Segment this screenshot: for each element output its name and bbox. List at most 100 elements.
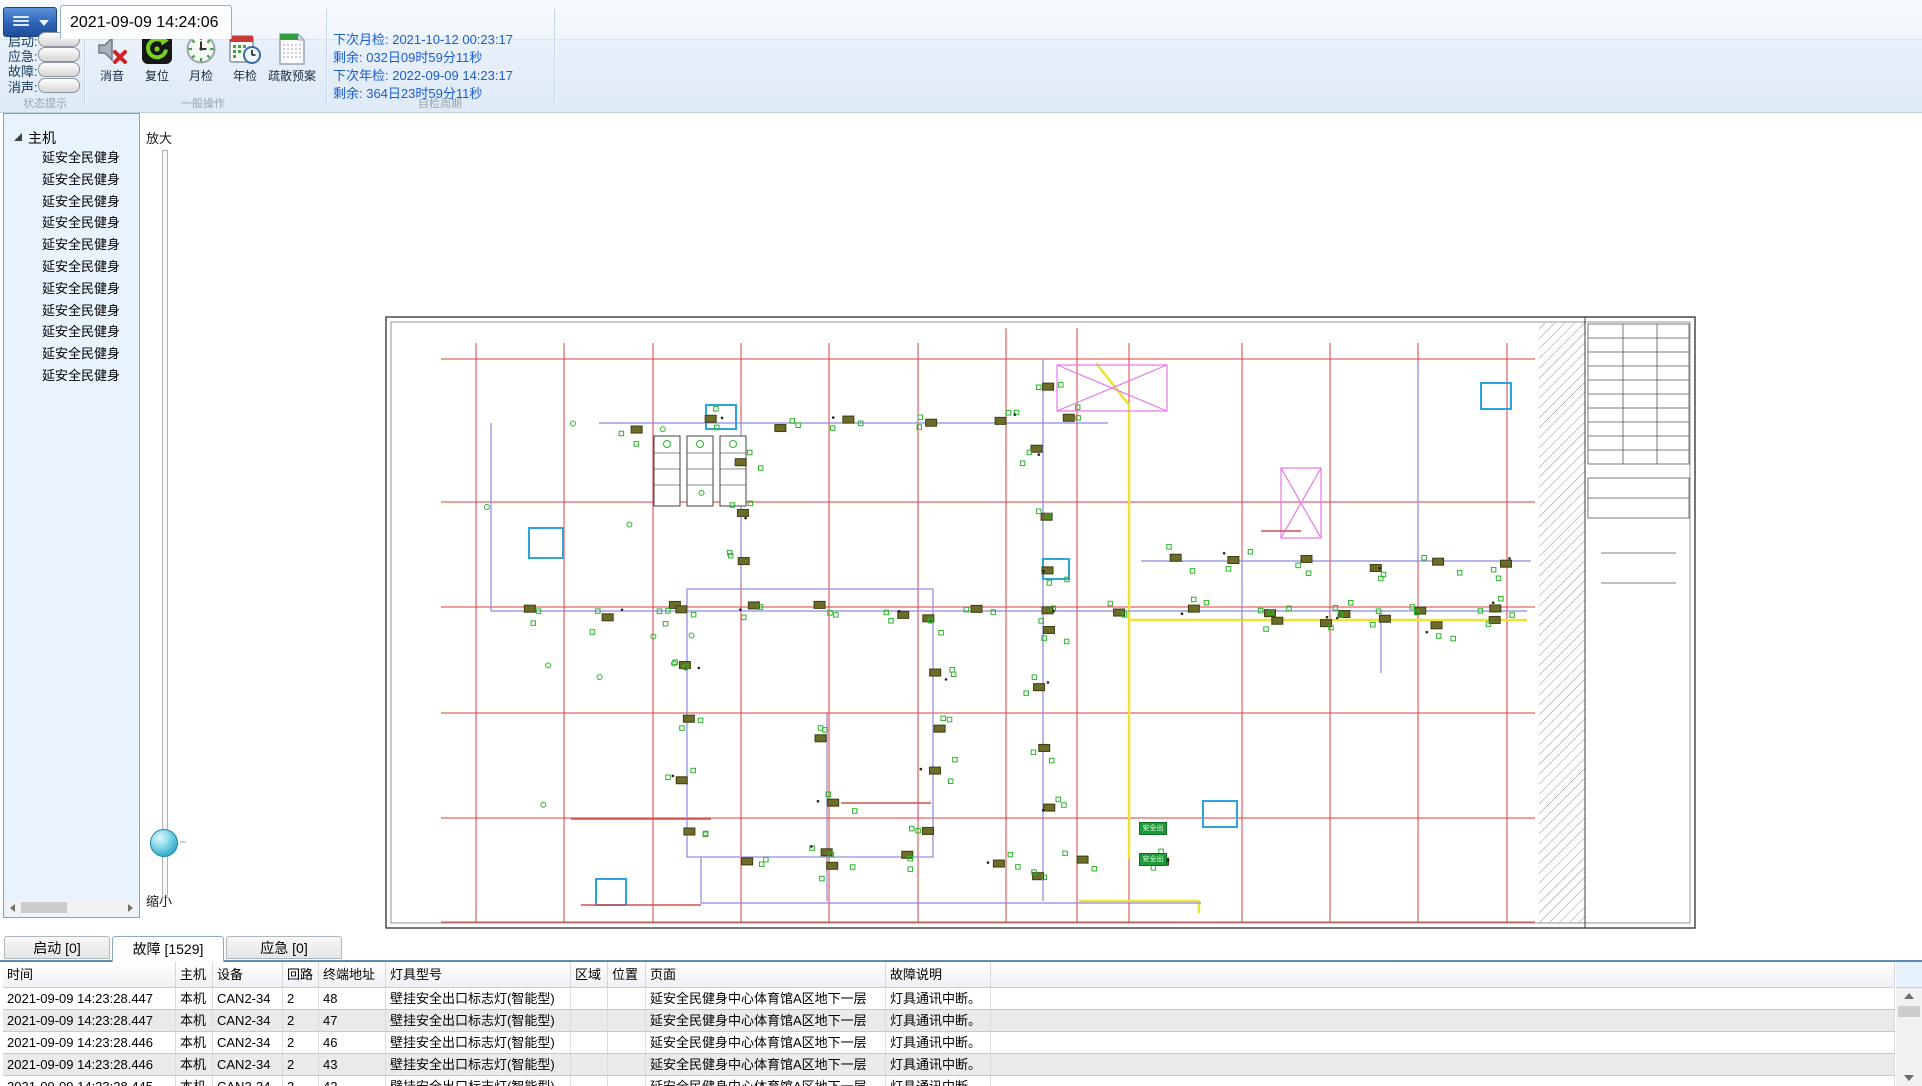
clock-tab[interactable]: 2021-09-09 14:24:06 [60, 5, 232, 39]
mute-button[interactable]: 消音 [90, 33, 134, 84]
cell-7 [608, 1054, 646, 1075]
cell-3: 2 [283, 1032, 319, 1053]
fault-table-row[interactable]: 2021-09-09 14:23:28.446本机CAN2-34246壁挂安全出… [3, 1032, 1895, 1054]
scroll-down-icon [1904, 1075, 1914, 1081]
cell-3: 2 [283, 1076, 319, 1086]
cell-10 [991, 1010, 1895, 1031]
status-row-silence: 消声: [8, 77, 38, 91]
cell-1: 本机 [176, 1054, 213, 1075]
exit-sign: 安全出口 [1139, 822, 1167, 835]
calendar-clock-icon [229, 33, 261, 65]
next-monthly-check: 下次月检: 2021-10-12 00:23:17 [333, 29, 513, 46]
bottom-tab-0[interactable]: 启动 [0] [4, 936, 110, 959]
column-header-2[interactable]: 设备 [213, 962, 283, 988]
tree-item-host[interactable]: 延安全民健身 [42, 169, 138, 187]
chevron-down-icon [39, 20, 49, 26]
fault-table-row[interactable]: 2021-09-09 14:23:28.447本机CAN2-34248壁挂安全出… [3, 988, 1895, 1010]
cell-6 [571, 1032, 608, 1053]
evacuation-plan-button[interactable]: 疏散预案 [263, 33, 321, 84]
column-header-0[interactable]: 时间 [3, 962, 176, 988]
column-header-7[interactable]: 位置 [608, 962, 646, 988]
divider [554, 8, 556, 106]
cell-5: 壁挂安全出口标志灯(智能型) [386, 988, 571, 1009]
evacuation-plan-icon [276, 33, 308, 65]
tree-horizontal-scrollbar[interactable] [6, 900, 137, 915]
floor-plan-drawing [141, 113, 1922, 935]
cell-9: 灯具通讯中断。 [886, 1032, 991, 1053]
tree-item-host[interactable]: 延安全民健身 [42, 191, 138, 209]
scroll-down-button[interactable] [1896, 1070, 1922, 1086]
cell-4: 42 [319, 1076, 386, 1086]
cell-5: 壁挂安全出口标志灯(智能型) [386, 1054, 571, 1075]
column-header-4[interactable]: 终端地址 [319, 962, 386, 988]
app-window: 2021-09-09 14:24:06 启动: 应急: 故障: 消声: 状态提示… [0, 0, 1922, 1086]
bottom-tab-2[interactable]: 应急 [0] [226, 936, 342, 959]
menu-icon [13, 16, 29, 28]
cell-2: CAN2-34 [213, 1054, 283, 1075]
fault-table-header: 时间主机设备回路终端地址灯具型号区域位置页面故障说明 [3, 962, 1895, 988]
column-header-9[interactable]: 故障说明 [886, 962, 991, 988]
cell-8: 延安全民健身中心体育馆A区地下一层 [646, 1076, 886, 1086]
column-header-8[interactable]: 页面 [646, 962, 886, 988]
tree-expanded-icon[interactable] [14, 133, 22, 141]
group-label-selfcheck: 自检周期 [395, 95, 485, 111]
cell-4: 43 [319, 1054, 386, 1075]
cell-9: 灯具通讯中断。 [886, 988, 991, 1009]
status-indicator-fault [38, 62, 80, 77]
cell-3: 2 [283, 1010, 319, 1031]
cell-6 [571, 988, 608, 1009]
cell-7 [608, 1010, 646, 1031]
divider [326, 8, 328, 106]
cell-5: 壁挂安全出口标志灯(智能型) [386, 1076, 571, 1086]
fault-table-row[interactable]: 2021-09-09 14:23:28.445本机CAN2-34242壁挂安全出… [3, 1076, 1895, 1086]
column-header-1[interactable]: 主机 [176, 962, 213, 988]
cell-5: 壁挂安全出口标志灯(智能型) [386, 1010, 571, 1031]
exit-sign: 安全出口 [1139, 853, 1167, 866]
tree-item-host[interactable]: 延安全民健身 [42, 300, 138, 318]
fault-table-row[interactable]: 2021-09-09 14:23:28.446本机CAN2-34243壁挂安全出… [3, 1054, 1895, 1076]
column-header-5[interactable]: 灯具型号 [386, 962, 571, 988]
cell-0: 2021-09-09 14:23:28.447 [3, 988, 176, 1009]
scroll-up-icon [1904, 993, 1914, 999]
fault-table-row[interactable]: 2021-09-09 14:23:28.447本机CAN2-34247壁挂安全出… [3, 1010, 1895, 1032]
tree-item-host[interactable]: 延安全民健身 [42, 256, 138, 274]
monthly-remaining: 剩余: 032日09时59分11秒 [333, 47, 482, 64]
tree-item-host[interactable]: 延安全民健身 [42, 212, 138, 230]
tree-item-host[interactable]: 延安全民健身 [42, 234, 138, 252]
cell-0: 2021-09-09 14:23:28.446 [3, 1054, 176, 1075]
column-header-6[interactable]: 区域 [571, 962, 608, 988]
cell-4: 47 [319, 1010, 386, 1031]
annual-check-button[interactable]: 年检 [223, 33, 267, 84]
cell-2: CAN2-34 [213, 988, 283, 1009]
monthly-check-button[interactable]: 月检 [179, 33, 223, 84]
fault-table: 时间主机设备回路终端地址灯具型号区域位置页面故障说明 2021-09-09 14… [3, 962, 1898, 1086]
cell-9: 灯具通讯中断。 [886, 1010, 991, 1031]
cell-0: 2021-09-09 14:23:28.446 [3, 1032, 176, 1053]
table-vertical-scrollbar[interactable] [1896, 988, 1922, 1086]
cell-7 [608, 988, 646, 1009]
column-header-3[interactable]: 回路 [283, 962, 319, 988]
scroll-right-icon[interactable] [128, 904, 133, 912]
reset-button[interactable]: 复位 [135, 33, 179, 84]
cell-8: 延安全民健身中心体育馆A区地下一层 [646, 1010, 886, 1031]
cell-9: 灯具通讯中断。 [886, 1076, 991, 1086]
scrollbar-thumb[interactable] [1898, 1006, 1920, 1017]
scrollbar-thumb[interactable] [21, 902, 67, 913]
annual-check-button-label: 年检 [223, 67, 267, 84]
tree-item-host[interactable]: 延安全民健身 [42, 147, 138, 165]
cell-4: 46 [319, 1032, 386, 1053]
scroll-up-button[interactable] [1896, 988, 1922, 1004]
cell-1: 本机 [176, 1010, 213, 1031]
status-indicator-silence [38, 78, 80, 93]
cell-1: 本机 [176, 1076, 213, 1086]
cell-10 [991, 988, 1895, 1009]
tree-item-host[interactable]: 延安全民健身 [42, 365, 138, 383]
scroll-left-icon[interactable] [10, 904, 15, 912]
tree-item-host[interactable]: 延安全民健身 [42, 321, 138, 339]
tree-root-host[interactable]: 主机 [28, 128, 56, 148]
tree-item-host[interactable]: 延安全民健身 [42, 343, 138, 361]
cell-2: CAN2-34 [213, 1010, 283, 1031]
tree-item-host[interactable]: 延安全民健身 [42, 278, 138, 296]
bottom-tab-1[interactable]: 故障 [1529] [112, 936, 224, 962]
cell-8: 延安全民健身中心体育馆A区地下一层 [646, 988, 886, 1009]
